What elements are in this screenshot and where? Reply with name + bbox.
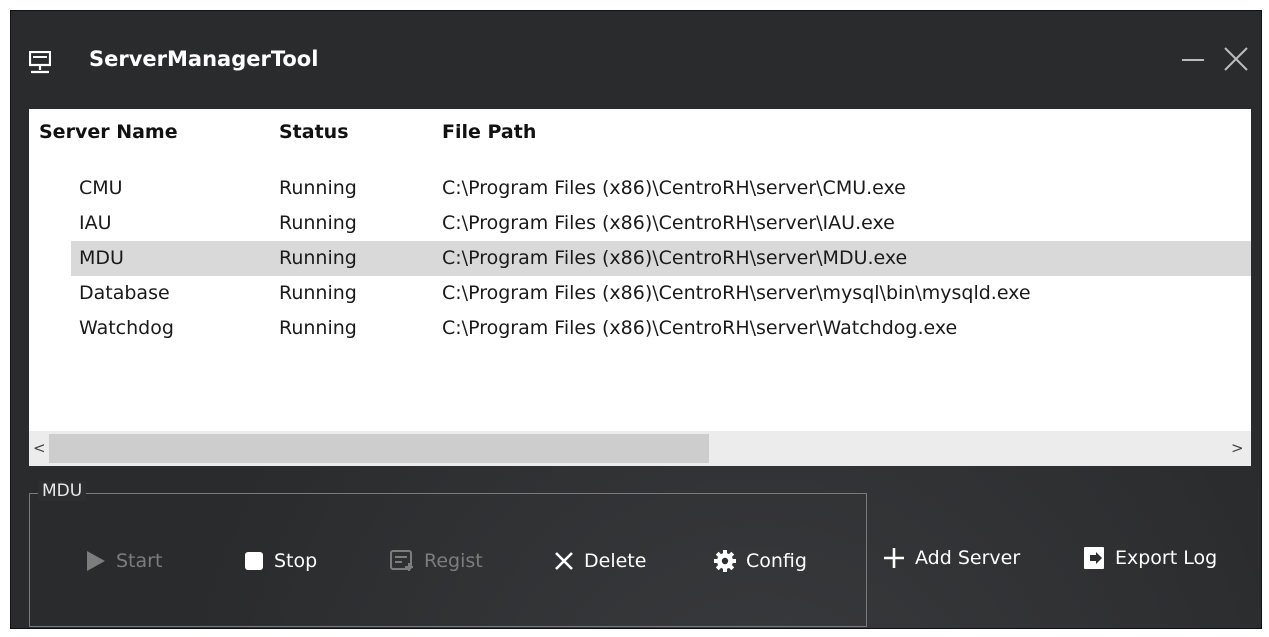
add-server-button[interactable]: Add Server bbox=[883, 538, 1020, 578]
file-path-cell: C:\Program Files (x86)\CentroRH\server\m… bbox=[442, 282, 1031, 304]
config-label: Config bbox=[746, 550, 807, 572]
status-cell: Running bbox=[279, 212, 357, 234]
status-cell: Running bbox=[279, 282, 357, 304]
regist-button[interactable]: Regist bbox=[390, 541, 483, 581]
scroll-right-icon[interactable]: > bbox=[1231, 439, 1244, 457]
column-header-server-name[interactable]: Server Name bbox=[39, 121, 178, 143]
start-label: Start bbox=[116, 550, 163, 572]
server-actions-group: MDU Start Stop Regist Delete Config bbox=[29, 481, 867, 627]
table-row[interactable]: Database Running C:\Program Files (x86)\… bbox=[29, 276, 1251, 311]
file-path-cell: C:\Program Files (x86)\CentroRH\server\W… bbox=[442, 317, 958, 339]
export-log-button[interactable]: Export Log bbox=[1083, 538, 1217, 578]
table-row[interactable]: IAU Running C:\Program Files (x86)\Centr… bbox=[29, 206, 1251, 241]
app-title: ServerManagerTool bbox=[89, 47, 319, 71]
delete-icon bbox=[555, 552, 573, 570]
column-header-file-path[interactable]: File Path bbox=[442, 121, 536, 143]
column-header-status[interactable]: Status bbox=[279, 121, 349, 143]
start-button[interactable]: Start bbox=[86, 541, 162, 581]
status-cell: Running bbox=[279, 177, 357, 199]
table-header: Server Name Status File Path bbox=[29, 109, 1251, 155]
table-row[interactable]: Watchdog Running C:\Program Files (x86)\… bbox=[29, 311, 1251, 346]
add-server-label: Add Server bbox=[915, 547, 1021, 569]
server-name-cell: IAU bbox=[79, 212, 112, 234]
export-icon bbox=[1084, 547, 1104, 569]
plus-icon bbox=[884, 548, 904, 568]
regist-icon bbox=[390, 550, 413, 571]
horizontal-scrollbar[interactable]: < > bbox=[29, 431, 1251, 466]
file-path-cell: C:\Program Files (x86)\CentroRH\server\C… bbox=[442, 177, 906, 199]
server-name-cell: MDU bbox=[79, 247, 124, 269]
title-bar[interactable]: ServerManagerTool bbox=[11, 11, 1261, 99]
server-table[interactable]: Server Name Status File Path CMU Running… bbox=[29, 109, 1251, 466]
scroll-left-icon[interactable]: < bbox=[33, 439, 46, 457]
group-title: MDU bbox=[38, 481, 87, 501]
file-path-cell: C:\Program Files (x86)\CentroRH\server\I… bbox=[442, 212, 895, 234]
scrollbar-thumb[interactable] bbox=[49, 434, 709, 463]
main-window: ServerManagerTool Server Name Status Fil… bbox=[10, 10, 1262, 629]
stop-icon bbox=[245, 552, 263, 570]
status-cell: Running bbox=[279, 247, 357, 269]
gear-icon bbox=[714, 550, 736, 572]
delete-button[interactable]: Delete bbox=[554, 541, 646, 581]
table-row[interactable]: CMU Running C:\Program Files (x86)\Centr… bbox=[29, 171, 1251, 206]
minimize-icon[interactable] bbox=[1174, 39, 1214, 79]
delete-label: Delete bbox=[584, 550, 647, 572]
server-name-cell: Database bbox=[79, 282, 170, 304]
server-name-cell: CMU bbox=[79, 177, 123, 199]
server-icon bbox=[28, 50, 52, 74]
server-name-cell: Watchdog bbox=[79, 317, 174, 339]
regist-label: Regist bbox=[424, 550, 483, 572]
close-icon[interactable] bbox=[1216, 39, 1256, 79]
stop-label: Stop bbox=[274, 550, 318, 572]
play-icon bbox=[87, 551, 105, 571]
stop-button[interactable]: Stop bbox=[244, 541, 317, 581]
status-cell: Running bbox=[279, 317, 357, 339]
export-log-label: Export Log bbox=[1115, 547, 1218, 569]
table-row-selected[interactable]: MDU Running C:\Program Files (x86)\Centr… bbox=[71, 241, 1251, 276]
file-path-cell: C:\Program Files (x86)\CentroRH\server\M… bbox=[442, 247, 908, 269]
config-button[interactable]: Config bbox=[714, 541, 807, 581]
